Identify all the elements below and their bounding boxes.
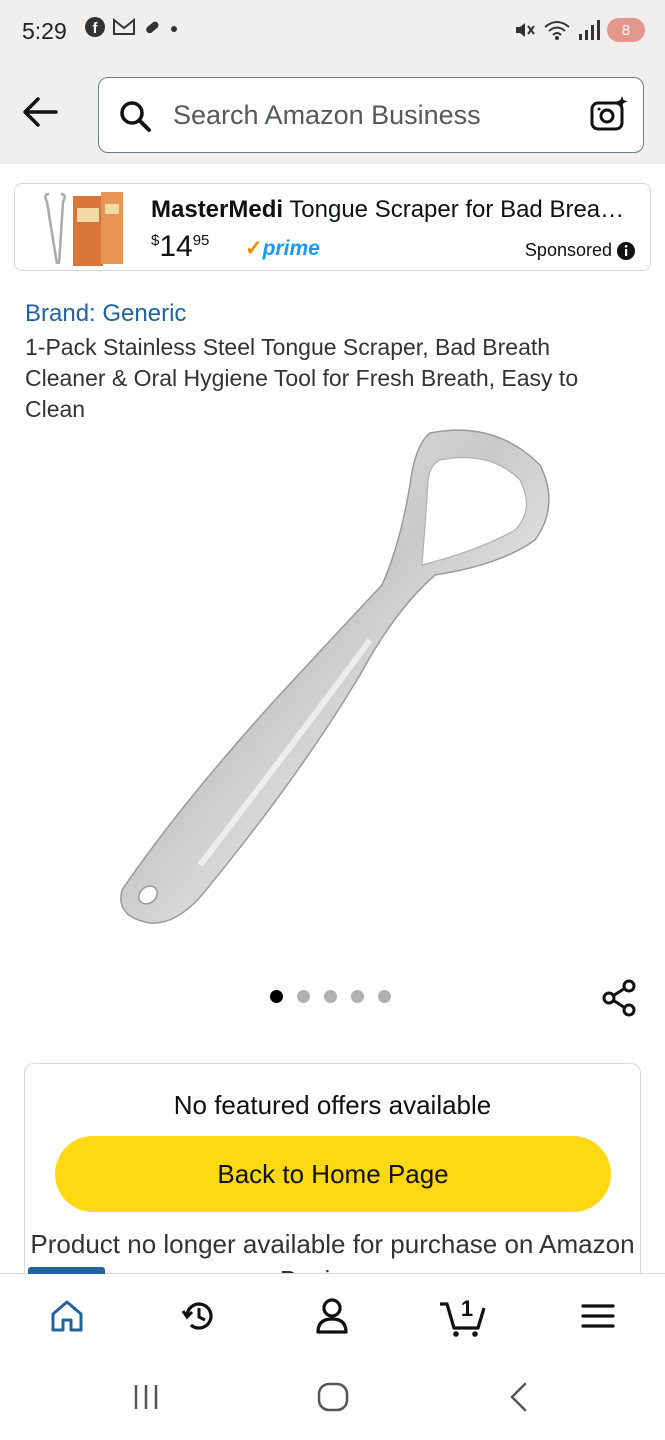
sponsored-text: Sponsored: [524, 240, 612, 260]
no-offers-message: No featured offers available: [173, 1090, 492, 1120]
battery-indicator: 8: [607, 18, 645, 42]
brand-link[interactable]: Brand: Generic: [25, 300, 186, 328]
system-nav-bar: [0, 1355, 665, 1440]
bottom-tab-bar: 1: [0, 1267, 665, 1355]
system-icons: 8: [513, 18, 645, 42]
back-to-home-button[interactable]: Back to Home Page: [55, 1136, 611, 1212]
product-title: 1-Pack Stainless Steel Tongue Scraper, B…: [25, 334, 579, 422]
status-time: 5:29: [22, 18, 67, 44]
search-icon: [120, 101, 151, 132]
tab-home[interactable]: [42, 1294, 92, 1338]
sponsored-product-title[interactable]: MasterMedi Tongue Scraper for Bad Brea…: [151, 196, 641, 224]
back-nav-icon[interactable]: [505, 1381, 533, 1413]
search-box[interactable]: Search Amazon Business: [98, 77, 644, 153]
search-header: Search Amazon Business: [0, 64, 665, 164]
wifi-icon: [544, 21, 570, 40]
dot-icon: [171, 26, 177, 32]
carousel-dot[interactable]: [297, 990, 310, 1003]
tab-cart[interactable]: 1: [438, 1294, 488, 1338]
price-whole: 14: [159, 230, 193, 263]
sponsored-title-text: Tongue Scraper for Bad Brea…: [283, 196, 625, 223]
signal-icon: [579, 20, 600, 40]
mute-icon: [516, 23, 535, 37]
tab-account[interactable]: [307, 1294, 357, 1338]
prime-check-icon: ✓: [245, 237, 263, 260]
pill-icon: [146, 21, 159, 34]
sponsored-product-card[interactable]: MasterMedi Tongue Scraper for Bad Brea… …: [14, 183, 651, 271]
search-input[interactable]: Search Amazon Business: [173, 100, 481, 131]
back-arrow-icon[interactable]: [20, 94, 60, 130]
active-tab-indicator: [28, 1267, 105, 1274]
notification-icons: f: [84, 16, 180, 38]
recent-apps-icon[interactable]: [130, 1381, 162, 1413]
history-icon: [181, 1302, 213, 1330]
facebook-icon: f: [85, 17, 105, 37]
sponsored-price: $1495: [151, 230, 209, 264]
tab-history[interactable]: [174, 1294, 224, 1338]
carousel-dot[interactable]: [324, 990, 337, 1003]
carousel-dot[interactable]: [378, 990, 391, 1003]
camera-icon[interactable]: [589, 94, 629, 134]
gmail-icon: [113, 17, 135, 35]
sponsored-brand: MasterMedi: [151, 196, 284, 223]
home-nav-icon[interactable]: [316, 1381, 350, 1413]
sponsored-product-image: [44, 192, 123, 266]
tab-menu[interactable]: [573, 1294, 623, 1338]
account-icon: [316, 1298, 348, 1334]
product-image[interactable]: [100, 425, 570, 945]
price-fraction: 95: [192, 232, 210, 249]
price-currency: $: [151, 232, 160, 249]
home-icon: [51, 1300, 83, 1332]
cart-icon: 1: [440, 1296, 486, 1337]
cart-count: 1: [461, 1296, 473, 1321]
menu-icon: [581, 1304, 615, 1328]
carousel-dot[interactable]: [270, 990, 283, 1003]
image-carousel-dots[interactable]: [270, 990, 391, 1003]
carousel-dot[interactable]: [351, 990, 364, 1003]
status-bar: 5:29 f 8: [0, 0, 665, 64]
prime-badge: ✓prime: [245, 236, 320, 261]
info-icon[interactable]: [616, 241, 636, 261]
prime-label: prime: [262, 237, 320, 260]
sponsored-label[interactable]: Sponsored: [525, 240, 636, 261]
share-icon[interactable]: [600, 978, 640, 1018]
